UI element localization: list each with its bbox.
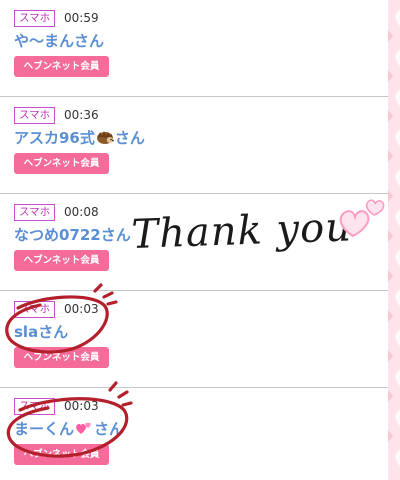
visitor-name-text: まーくん — [14, 420, 75, 438]
member-button[interactable]: ヘブンネット会員 — [14, 444, 109, 465]
visitor-name[interactable]: まーくん さん — [14, 419, 124, 441]
device-badge: スマホ — [14, 398, 56, 415]
visitor-name-suffix: さん — [114, 129, 145, 147]
visitor-name[interactable]: slaさん — [14, 322, 68, 342]
page: スマホ 00:59 や～まんさん ヘブンネット会員 スマホ 00:36 アスカ9… — [0, 0, 400, 480]
visit-time: 00:03 — [64, 399, 99, 413]
heart-pattern-icon — [388, 10, 400, 466]
list-item: スマホ 00:03 まーくん さん ヘブンネット会員 — [0, 388, 388, 480]
device-badge: スマホ — [14, 10, 56, 27]
member-button[interactable]: ヘブンネット会員 — [14, 56, 109, 77]
decorative-heart-border — [388, 0, 400, 480]
visitor-name[interactable]: なつめ0722さん — [14, 225, 131, 245]
visitor-list: スマホ 00:59 や～まんさん ヘブンネット会員 スマホ 00:36 アスカ9… — [0, 0, 388, 480]
list-item: スマホ 00:36 アスカ96式 さん ヘブンネット会員 — [0, 97, 388, 194]
visit-time: 00:08 — [64, 205, 99, 219]
device-badge: スマホ — [14, 301, 56, 318]
visitor-name-text: アスカ96式 — [14, 129, 95, 147]
visit-time: 00:59 — [64, 11, 99, 25]
visit-time: 00:03 — [64, 302, 99, 316]
visit-time: 00:36 — [64, 108, 99, 122]
hedgehog-emoji-icon — [96, 129, 114, 150]
device-badge: スマホ — [14, 107, 56, 124]
member-button[interactable]: ヘブンネット会員 — [14, 250, 109, 271]
list-item: スマホ 00:59 や～まんさん ヘブンネット会員 — [0, 0, 388, 97]
member-button[interactable]: ヘブンネット会員 — [14, 347, 109, 368]
visitor-name-suffix: さん — [94, 420, 125, 438]
visitor-name[interactable]: アスカ96式 さん — [14, 128, 145, 150]
two-hearts-emoji-icon — [75, 420, 93, 441]
member-button[interactable]: ヘブンネット会員 — [14, 153, 109, 174]
list-item: スマホ 00:08 なつめ0722さん ヘブンネット会員 — [0, 194, 388, 291]
list-item: スマホ 00:03 slaさん ヘブンネット会員 — [0, 291, 388, 388]
device-badge: スマホ — [14, 204, 56, 221]
visitor-name[interactable]: や～まんさん — [14, 31, 104, 51]
